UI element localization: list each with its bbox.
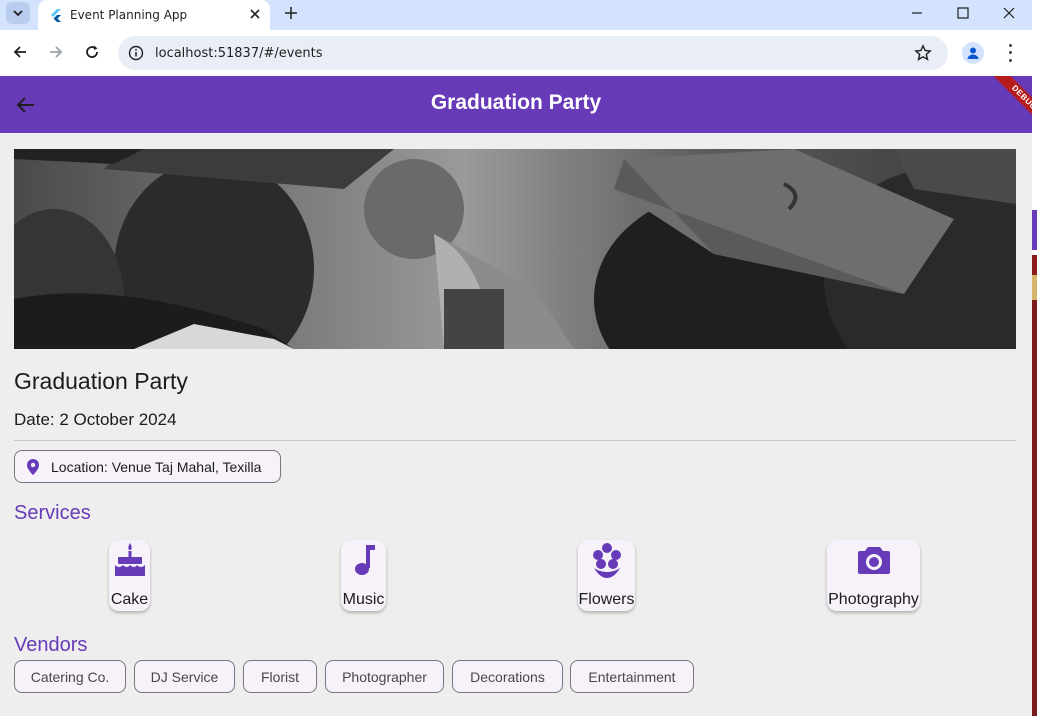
service-cake[interactable]: Cake: [109, 540, 150, 611]
profile-avatar[interactable]: [962, 42, 984, 64]
more-menu-button[interactable]: [1001, 42, 1019, 64]
plus-icon: [285, 7, 297, 19]
service-flowers[interactable]: Flowers: [578, 540, 635, 611]
flower-icon: [592, 543, 621, 578]
close-window-button[interactable]: [986, 0, 1032, 26]
event-date: Date: 2 October 2024: [14, 410, 177, 429]
service-photography[interactable]: Photography: [827, 540, 920, 611]
services-heading: Services: [14, 502, 91, 524]
tab-close-icon[interactable]: [247, 6, 263, 22]
app-bar: Graduation Party DEBUG: [0, 76, 1032, 133]
page-title: Graduation Party: [430, 91, 602, 114]
service-label: Photography: [828, 591, 919, 608]
tab-title: Event Planning App: [70, 8, 188, 22]
vendor-chip-decorations[interactable]: Decorations: [452, 660, 563, 693]
minimize-button[interactable]: [894, 0, 940, 26]
vendor-chip-florist[interactable]: Florist: [243, 660, 317, 693]
app-viewport: Graduation Party DEBUG Graduation Party …: [0, 76, 1032, 716]
tab-search-button[interactable]: [6, 2, 30, 24]
vendor-chip-catering[interactable]: Catering Co.: [14, 660, 126, 693]
chevron-down-icon: [13, 10, 23, 17]
debug-banner: DEBUG: [980, 76, 1032, 128]
location-chip[interactable]: Location: Venue Taj Mahal, Texilla: [14, 450, 281, 483]
vendors-heading: Vendors: [14, 634, 88, 656]
browser-tab-strip: Event Planning App: [0, 0, 1037, 30]
browser-tab[interactable]: Event Planning App: [38, 0, 270, 30]
music-note-icon: [354, 545, 375, 575]
minimize-icon: [912, 12, 922, 14]
background-window-edge: [1032, 0, 1037, 716]
back-button[interactable]: [10, 42, 30, 62]
flutter-icon: [51, 9, 61, 22]
reload-button[interactable]: [82, 42, 102, 62]
vendor-chip-photographer[interactable]: Photographer: [325, 660, 444, 693]
service-label: Flowers: [578, 591, 635, 608]
maximize-icon: [957, 7, 969, 19]
location-pin-icon: [27, 459, 39, 475]
service-label: Music: [342, 591, 385, 608]
event-hero-image: [14, 149, 1016, 349]
divider: [14, 440, 1016, 441]
event-name: Graduation Party: [14, 368, 188, 394]
person-icon: [967, 47, 979, 59]
service-music[interactable]: Music: [341, 540, 386, 611]
address-bar[interactable]: localhost:51837/#/events: [118, 36, 948, 70]
location-label: Location: Venue Taj Mahal, Texilla: [51, 459, 262, 475]
arrow-left-icon: [13, 46, 26, 58]
star-icon[interactable]: [914, 44, 932, 62]
vendor-chip-entertainment[interactable]: Entertainment: [570, 660, 694, 693]
arrow-right-icon: [50, 46, 63, 58]
camera-icon: [857, 547, 890, 574]
url-text[interactable]: localhost:51837/#/events: [155, 46, 323, 61]
new-tab-button[interactable]: [282, 4, 300, 22]
vendor-chip-dj-service[interactable]: DJ Service: [134, 660, 235, 693]
cake-icon: [114, 543, 145, 576]
debug-label: DEBUG: [991, 76, 1032, 128]
browser-toolbar: localhost:51837/#/events: [0, 30, 1037, 76]
reload-icon: [86, 45, 98, 58]
forward-button[interactable]: [46, 42, 66, 62]
service-label: Cake: [110, 591, 149, 608]
info-icon[interactable]: [128, 45, 144, 61]
maximize-button[interactable]: [940, 0, 986, 26]
close-icon: [1003, 7, 1015, 19]
